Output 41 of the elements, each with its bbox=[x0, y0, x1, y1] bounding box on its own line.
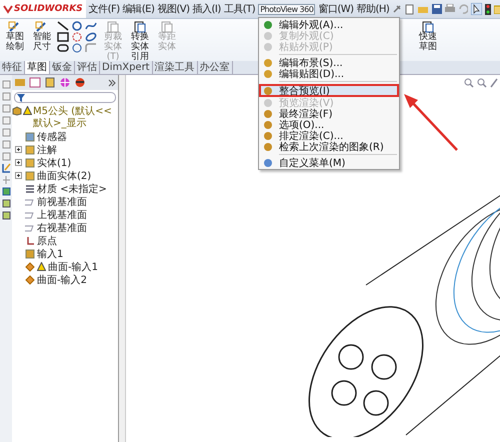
menu-item[interactable]: 文件(F) bbox=[88, 2, 120, 16]
ribbon-tab[interactable]: 渲染工具 bbox=[152, 61, 198, 74]
ribbon-button[interactable]: 转换实体引用 bbox=[128, 21, 152, 63]
tree-item[interactable]: 上视基准面 bbox=[37, 208, 87, 222]
menu-item[interactable]: 编辑贴图(D)... bbox=[259, 68, 399, 79]
menu-item[interactable]: 排定渲染(C)... bbox=[259, 130, 399, 141]
tree-item[interactable]: 输入1 bbox=[37, 246, 64, 260]
menu-item[interactable]: 编辑布景(S)... bbox=[259, 57, 399, 68]
tree-item[interactable]: 注解 bbox=[37, 142, 57, 156]
menu-item[interactable]: 工具(T) bbox=[224, 2, 256, 16]
tree-item[interactable]: 曲面-输入1 bbox=[48, 260, 98, 274]
ribbon-tab[interactable]: 草图 bbox=[25, 61, 50, 74]
tree-item[interactable]: 曲面-输入2 bbox=[37, 272, 87, 286]
ribbon-button[interactable]: 草图绘制 bbox=[3, 21, 27, 53]
menu-item[interactable]: 编辑外观(A)... bbox=[259, 19, 399, 30]
menu-item[interactable]: 插入(I) bbox=[192, 2, 221, 16]
tree-root-label[interactable]: M5公头 (默认<<默认>_显示 bbox=[33, 106, 118, 130]
menu-item[interactable]: 视图(V) bbox=[157, 2, 190, 16]
tree-item[interactable]: 实体(1) bbox=[37, 156, 72, 170]
tree-item[interactable]: 前视基准面 bbox=[37, 194, 87, 208]
tree-item[interactable]: 原点 bbox=[37, 234, 57, 248]
solidworks-logo: SOLIDWORKS bbox=[0, 0, 86, 18]
tree-item[interactable]: 传感器 bbox=[37, 130, 67, 144]
ribbon-tab[interactable]: DimXpert bbox=[100, 61, 153, 74]
ribbon-tab[interactable]: 钣金 bbox=[50, 61, 75, 74]
menu-item[interactable]: 检索上次渲染的图象(R) bbox=[259, 141, 399, 152]
menu-item[interactable]: 帮助(H) bbox=[356, 2, 390, 16]
menu-item[interactable]: 最终渲染(F) bbox=[259, 108, 399, 119]
menu-item[interactable]: 窗口(W) bbox=[318, 2, 354, 16]
menu-item[interactable]: 编辑(E) bbox=[122, 2, 154, 16]
tree-item[interactable]: 曲面实体(2) bbox=[37, 168, 92, 182]
ribbon-button[interactable]: 快速草图 bbox=[416, 21, 440, 53]
menu-item[interactable]: 选项(O)... bbox=[259, 119, 399, 130]
ribbon-button[interactable]: 智能尺寸 bbox=[30, 21, 54, 53]
ribbon-tab[interactable]: 办公室 bbox=[198, 61, 233, 74]
menu-item[interactable]: PhotoView 360 bbox=[258, 4, 316, 14]
tree-item[interactable]: 右视基准面 bbox=[37, 220, 87, 234]
tree-item[interactable]: 材质 <未指定> bbox=[37, 182, 107, 196]
menu-item[interactable]: 自定义菜单(M) bbox=[259, 157, 399, 168]
ribbon-tab[interactable]: 评估 bbox=[75, 61, 100, 74]
menu-item[interactable]: 整合预览(I) bbox=[259, 84, 399, 97]
